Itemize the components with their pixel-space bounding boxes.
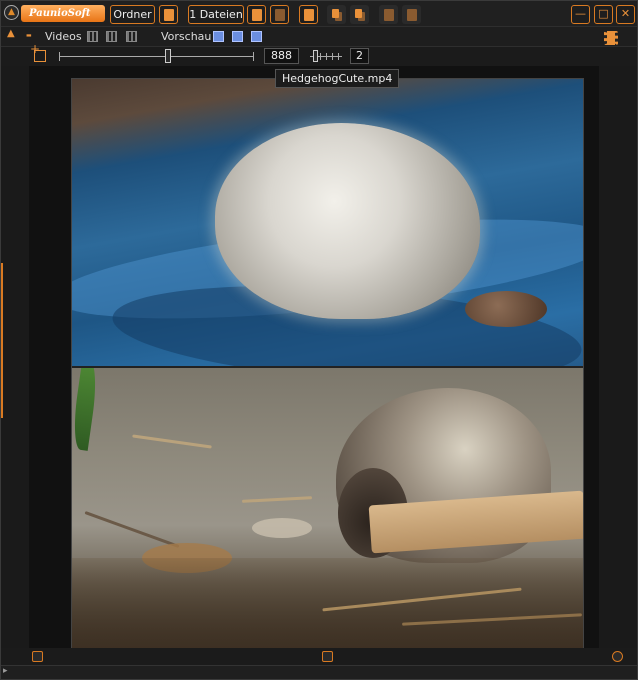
size-slider-max (253, 52, 254, 61)
delete-icon[interactable] (402, 5, 421, 24)
clipboard-icon[interactable] (299, 5, 318, 24)
add-folder-icon[interactable] (30, 42, 46, 62)
maximize-button[interactable]: □ (594, 5, 613, 24)
status-bar: ▸ (1, 665, 637, 679)
copy-icon[interactable] (327, 5, 346, 24)
file-remove-icon[interactable] (270, 5, 289, 24)
preview-frame-2 (72, 368, 583, 654)
scroll-up-icon[interactable]: ▲ (7, 28, 15, 39)
left-panel (1, 66, 29, 648)
preview-edit-icon[interactable] (232, 31, 243, 42)
columns-slider[interactable] (310, 50, 342, 62)
preview-frame-1 (72, 79, 583, 366)
video-preview[interactable] (71, 78, 584, 655)
preview-tab[interactable]: Vorschau (161, 30, 211, 43)
minimize-button[interactable]: — (571, 5, 590, 24)
paste-icon[interactable] (350, 5, 369, 24)
app-logo: PaunioSoft (21, 5, 105, 22)
hedgehog-image (215, 123, 480, 319)
size-slider-handle[interactable] (165, 49, 171, 63)
size-slider-min (59, 52, 60, 61)
app-menu-icon[interactable]: ▲ (4, 5, 19, 20)
details-view-icon[interactable] (106, 31, 117, 42)
columns-value[interactable]: 2 (350, 48, 369, 64)
folder-options-icon[interactable] (159, 5, 178, 24)
status-expand-icon[interactable]: ▸ (3, 666, 8, 676)
right-panel (599, 66, 637, 648)
settings-icon[interactable] (612, 651, 623, 662)
left-panel-splitter[interactable] (1, 263, 3, 418)
bottom-bar (1, 648, 637, 665)
columns-slider-handle[interactable] (313, 50, 318, 62)
filename-tooltip: HedgehogCute.mp4 (275, 69, 400, 88)
list-view-icon[interactable] (87, 31, 98, 42)
thumb-view-icon[interactable] (126, 31, 137, 42)
filmstrip-icon[interactable] (604, 31, 618, 45)
file-list-icon[interactable] (247, 5, 266, 24)
videos-tab[interactable]: Videos (45, 30, 82, 43)
filmstrip-toggle-icon[interactable] (322, 651, 333, 662)
size-slider-track[interactable] (59, 56, 254, 57)
menubar: ▲ ▬ Videos Vorschau (1, 27, 637, 46)
scroll-down-icon[interactable]: ▬ (26, 32, 32, 39)
move-icon[interactable] (379, 5, 398, 24)
titlebar: ▲ PaunioSoft Ordner 1 Dateien — □ ✕ (1, 1, 637, 27)
zoom-row: 888 2 (1, 42, 637, 66)
export-icon[interactable] (32, 651, 43, 662)
size-value[interactable]: 888 (264, 48, 299, 64)
preview-close-icon[interactable] (251, 31, 262, 42)
preview-grid-icon[interactable] (213, 31, 224, 42)
app-window: ▲ PaunioSoft Ordner 1 Dateien — □ ✕ ▲ ▬ … (0, 0, 638, 680)
files-button[interactable]: 1 Dateien (188, 5, 244, 24)
folder-button[interactable]: Ordner (110, 5, 155, 24)
close-button[interactable]: ✕ (616, 5, 635, 24)
